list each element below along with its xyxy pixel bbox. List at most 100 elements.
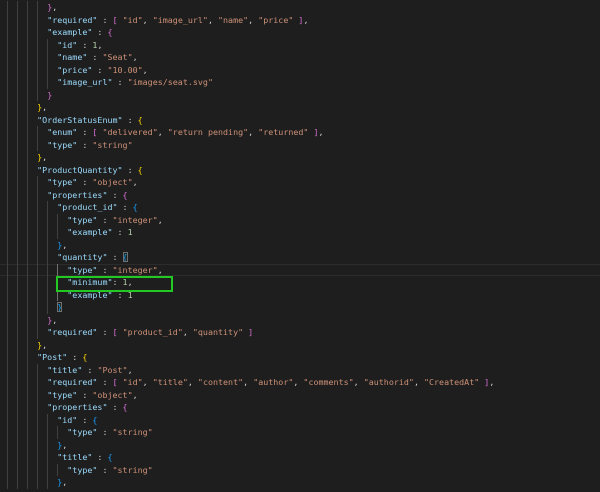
code-line[interactable]: } xyxy=(0,301,600,314)
indent-guide xyxy=(7,251,8,264)
indent-guide xyxy=(47,476,49,489)
code-line[interactable]: } xyxy=(0,88,600,101)
indent-guide xyxy=(7,388,8,401)
json-key: "id" xyxy=(57,414,78,425)
indent-guide xyxy=(27,426,29,439)
indent-guide xyxy=(57,463,59,476)
code-line[interactable]: "quantity" : { xyxy=(0,251,600,264)
indent-guide xyxy=(17,163,19,176)
bracket: ] xyxy=(248,327,254,337)
code-line[interactable]: }, xyxy=(0,476,600,489)
indent-guide xyxy=(17,363,19,376)
code-line[interactable]: "example" : 1 xyxy=(0,226,600,239)
code-line[interactable]: "title" : "Post", xyxy=(0,363,600,376)
code-line[interactable]: "type" : "integer", xyxy=(0,213,600,226)
punctuation: , xyxy=(157,264,163,275)
indent-guide xyxy=(7,138,8,151)
indent-guide xyxy=(7,413,8,426)
indent-guide xyxy=(47,51,49,64)
punctuation: , xyxy=(248,127,259,137)
json-string: "image_url" xyxy=(152,14,208,25)
code-line[interactable]: }, xyxy=(0,438,600,451)
code-line[interactable]: "required" : [ "product_id", "quantity" … xyxy=(0,326,600,339)
code-line[interactable]: "title" : { xyxy=(0,451,600,464)
indent-guide xyxy=(47,438,49,451)
code-line[interactable]: }, xyxy=(0,338,600,351)
code-line[interactable]: }, xyxy=(0,238,600,251)
punctuation: : xyxy=(92,64,108,75)
punctuation: , xyxy=(413,377,424,387)
indent-guide xyxy=(57,263,59,276)
json-string: "return pending" xyxy=(167,127,249,137)
indent-guide xyxy=(27,476,29,489)
code-line[interactable]: "id" : 1, xyxy=(0,38,600,51)
json-string: "id" xyxy=(122,377,143,387)
punctuation: : xyxy=(77,177,93,187)
code-line[interactable]: "price" : "10.00", xyxy=(0,63,600,76)
indent-guide xyxy=(17,176,19,189)
code-line[interactable]: "type" : "integer", xyxy=(0,263,600,276)
code-line[interactable]: "properties" : { xyxy=(0,188,600,201)
indent-guide xyxy=(7,376,8,389)
indent-guide xyxy=(27,326,29,339)
json-string: "object" xyxy=(92,389,133,400)
code-editor[interactable]: }, "required" : [ "id", "image_url", "na… xyxy=(0,1,600,489)
code-line[interactable]: "OrderStatusEnum" : { xyxy=(0,113,600,126)
indent-guide xyxy=(37,438,39,451)
punctuation: , xyxy=(187,377,198,387)
indent-guide xyxy=(7,113,8,126)
punctuation: , xyxy=(62,439,68,450)
code-line[interactable]: "properties" : { xyxy=(0,401,600,414)
indent-guide xyxy=(17,263,19,276)
indent-guide xyxy=(17,438,19,451)
code-line[interactable]: "enum" : [ "delivered", "return pending"… xyxy=(0,126,600,139)
indent-guide xyxy=(37,226,39,239)
indent-guide xyxy=(7,401,8,414)
json-key: "properties" xyxy=(47,402,108,412)
code-line[interactable]: "product_id" : { xyxy=(0,201,600,214)
json-string: "Seat" xyxy=(102,52,133,62)
code-line[interactable]: "id" : { xyxy=(0,413,600,426)
indent-guide xyxy=(27,38,29,51)
code-line[interactable]: "type" : "string" xyxy=(0,463,600,476)
code-line[interactable]: }, xyxy=(0,313,600,326)
code-line[interactable]: }, xyxy=(0,1,600,14)
indent-guide xyxy=(7,1,8,14)
code-line[interactable]: }, xyxy=(0,101,600,114)
bracket: { xyxy=(137,164,143,175)
code-line[interactable]: "required" : [ "id", "image_url", "name"… xyxy=(0,13,600,26)
indent-guide xyxy=(17,1,19,14)
indent-guide xyxy=(37,301,39,314)
indent-guide xyxy=(27,351,29,364)
code-line[interactable]: "example" : 1 xyxy=(0,288,600,301)
code-line[interactable]: "required" : [ "id", "title", "content",… xyxy=(0,376,600,389)
json-string: "string" xyxy=(92,139,133,150)
indent-guide xyxy=(17,301,19,314)
code-line[interactable]: "type" : "object", xyxy=(0,176,600,189)
indent-guide xyxy=(7,238,8,251)
code-line[interactable]: "image_url" : "images/seat.svg" xyxy=(0,76,600,89)
punctuation: , xyxy=(293,377,304,387)
indent-guide xyxy=(47,251,49,264)
code-line[interactable]: "example" : { xyxy=(0,26,600,39)
punctuation: , xyxy=(127,364,133,375)
indent-guide xyxy=(17,213,19,226)
json-key: "required" xyxy=(47,14,98,25)
indent-guide xyxy=(17,26,19,39)
punctuation: , xyxy=(52,2,58,12)
indent-guide xyxy=(47,213,49,226)
code-line[interactable]: "minimum": 1, xyxy=(0,276,600,289)
code-line[interactable]: }, xyxy=(0,151,600,164)
code-line[interactable]: "type" : "object", xyxy=(0,388,600,401)
code-line[interactable]: "name" : "Seat", xyxy=(0,51,600,64)
json-string: "title" xyxy=(152,377,188,387)
code-line[interactable]: "type" : "string" xyxy=(0,138,600,151)
code-line[interactable]: "ProductQuantity" : { xyxy=(0,163,600,176)
code-line[interactable]: "type" : "string" xyxy=(0,426,600,439)
indent-guide xyxy=(37,213,39,226)
indent-guide xyxy=(7,263,8,276)
indent-guide xyxy=(27,251,29,264)
indent-guide xyxy=(37,463,39,476)
indent-guide xyxy=(7,201,8,214)
code-line[interactable]: "Post" : { xyxy=(0,351,600,364)
